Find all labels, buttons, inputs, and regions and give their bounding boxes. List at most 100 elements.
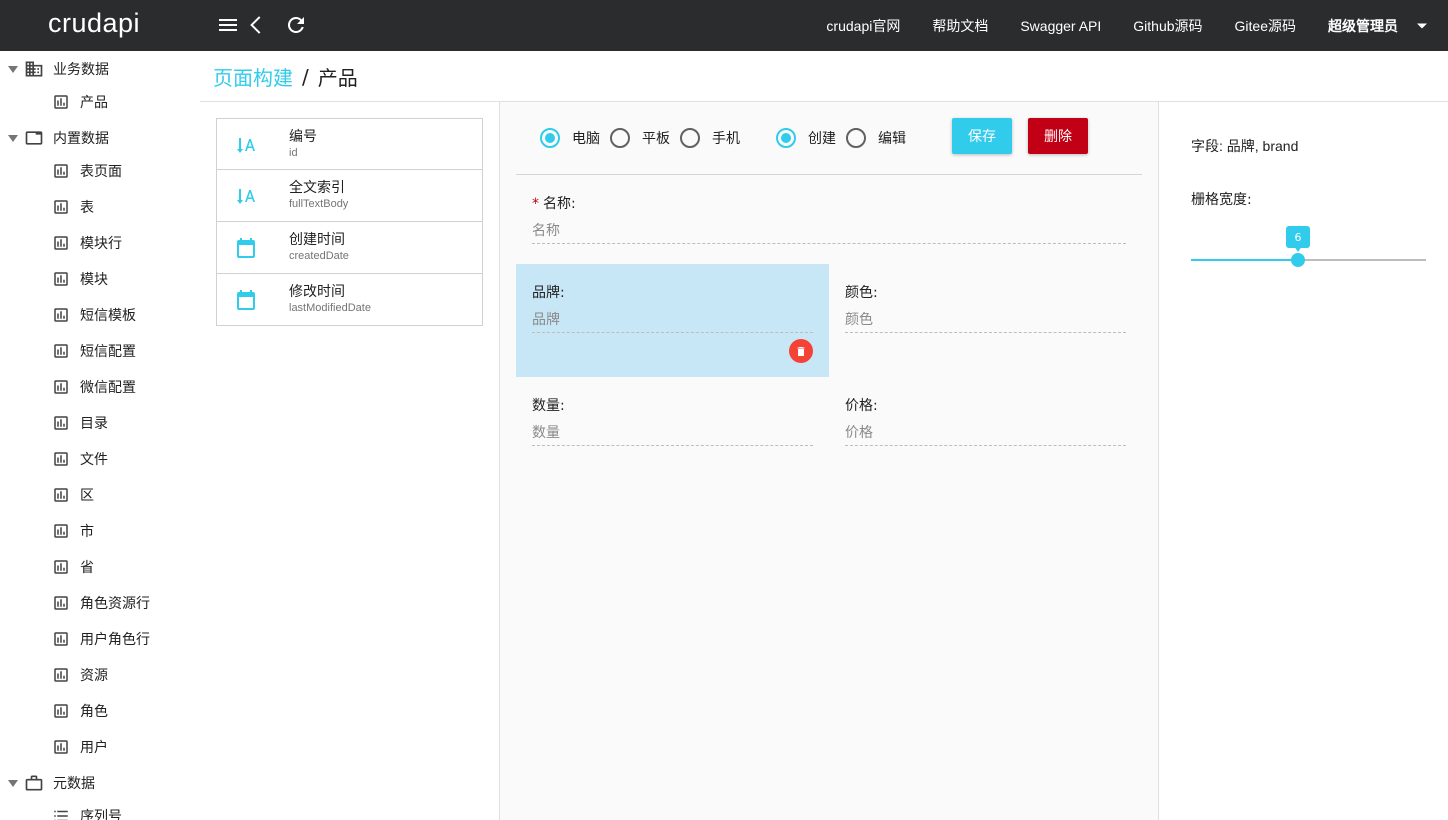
field-title: 全文索引 bbox=[289, 180, 345, 196]
sidebar-item-sequence[interactable]: 序列号 bbox=[0, 798, 200, 820]
sidebar-item-tablepage[interactable]: 表页面 bbox=[0, 153, 200, 189]
bar-chart-icon bbox=[52, 162, 70, 180]
sidebar-item-label: 区 bbox=[80, 488, 94, 504]
form-field-price[interactable]: 价格: 价格 bbox=[829, 377, 1142, 467]
name-input[interactable]: 名称 bbox=[532, 220, 560, 240]
sidebar-item-smsconfig[interactable]: 短信配置 bbox=[0, 333, 200, 369]
bar-chart-icon bbox=[52, 702, 70, 720]
sidebar-item-catalog[interactable]: 目录 bbox=[0, 405, 200, 441]
required-marker: * bbox=[532, 196, 539, 212]
bar-chart-icon bbox=[52, 630, 70, 648]
sidebar-item-label: 市 bbox=[80, 524, 94, 540]
sidebar-item-label: 产品 bbox=[80, 95, 108, 111]
caret-down-icon[interactable] bbox=[1416, 20, 1428, 32]
nav-link-swagger[interactable]: Swagger API bbox=[1020, 18, 1101, 34]
radio-device-tablet[interactable]: 平板 bbox=[610, 128, 670, 148]
brand-title[interactable]: crudapi bbox=[48, 8, 140, 39]
delete-field-button[interactable] bbox=[789, 339, 813, 363]
sidebar-item-module[interactable]: 模块 bbox=[0, 261, 200, 297]
field-name: id bbox=[289, 147, 298, 159]
field-card-fulltextbody[interactable]: 全文索引 fullTextBody bbox=[216, 170, 483, 222]
field-name: createdDate bbox=[289, 250, 349, 262]
breadcrumb-link-page-builder[interactable]: 页面构建 bbox=[213, 62, 293, 91]
form-field-quantity[interactable]: 数量: 数量 bbox=[516, 377, 829, 467]
field-card-lastmodifieddate[interactable]: 修改时间 lastModifiedDate bbox=[216, 274, 483, 326]
input-underline bbox=[532, 243, 1126, 244]
properties-panel: 字段: 品牌, brand 栅格宽度: 6 bbox=[1159, 102, 1448, 820]
sidebar-item-role[interactable]: 角色 bbox=[0, 693, 200, 729]
back-icon[interactable] bbox=[245, 13, 269, 37]
nav-link-docs[interactable]: 帮助文档 bbox=[932, 16, 988, 36]
radio-circle[interactable] bbox=[846, 128, 866, 148]
menu-icon[interactable] bbox=[216, 13, 240, 37]
price-input[interactable]: 价格 bbox=[845, 422, 873, 442]
sidebar-item-city[interactable]: 市 bbox=[0, 513, 200, 549]
radio-circle-checked[interactable] bbox=[540, 128, 560, 148]
nav-link-official[interactable]: crudapi官网 bbox=[826, 16, 900, 36]
sidebar-item-label: 用户角色行 bbox=[80, 632, 150, 648]
save-button[interactable]: 保存 bbox=[952, 118, 1012, 154]
sidebar-item-province[interactable]: 省 bbox=[0, 549, 200, 585]
field-label: 颜色: bbox=[845, 285, 878, 301]
delete-button[interactable]: 删除 bbox=[1028, 118, 1088, 154]
radio-circle[interactable] bbox=[610, 128, 630, 148]
nav-link-gitee[interactable]: Gitee源码 bbox=[1235, 16, 1296, 36]
bar-chart-icon bbox=[52, 666, 70, 684]
expand-arrow-icon[interactable] bbox=[8, 779, 18, 787]
sidebar-item-smstemplate[interactable]: 短信模板 bbox=[0, 297, 200, 333]
input-underline bbox=[845, 445, 1126, 446]
bar-chart-icon bbox=[52, 522, 70, 540]
user-menu-label[interactable]: 超级管理员 bbox=[1328, 16, 1398, 36]
field-label: 价格: bbox=[845, 398, 878, 414]
radio-label: 手机 bbox=[712, 131, 740, 147]
sidebar-item-wechatconfig[interactable]: 微信配置 bbox=[0, 369, 200, 405]
sidebar-item-userroleline[interactable]: 用户角色行 bbox=[0, 621, 200, 657]
sidebar-item-label: 表页面 bbox=[80, 164, 122, 180]
refresh-icon[interactable] bbox=[284, 13, 308, 37]
sidebar-item-modulerow[interactable]: 模块行 bbox=[0, 225, 200, 261]
input-underline bbox=[532, 332, 813, 333]
tree-group-business[interactable]: 业务数据 bbox=[0, 51, 200, 87]
bar-chart-icon bbox=[52, 738, 70, 756]
quantity-input[interactable]: 数量 bbox=[532, 422, 560, 442]
nav-link-github[interactable]: Github源码 bbox=[1133, 16, 1202, 36]
expand-arrow-icon[interactable] bbox=[8, 65, 18, 73]
expand-arrow-icon[interactable] bbox=[8, 134, 18, 142]
window-icon bbox=[24, 128, 44, 148]
sidebar-item-table[interactable]: 表 bbox=[0, 189, 200, 225]
form-field-brand[interactable]: 品牌: 品牌 bbox=[516, 264, 829, 377]
bar-chart-icon bbox=[52, 270, 70, 288]
sort-text-icon bbox=[234, 184, 258, 208]
field-card-id[interactable]: 编号 id bbox=[216, 118, 483, 170]
sidebar-item-product[interactable]: 产品 bbox=[0, 84, 200, 120]
slider-thumb[interactable] bbox=[1291, 253, 1305, 267]
radio-circle-checked[interactable] bbox=[776, 128, 796, 148]
tree-group-metadata[interactable]: 元数据 bbox=[0, 765, 200, 801]
input-underline bbox=[532, 445, 813, 446]
radio-mode-create[interactable]: 创建 bbox=[776, 128, 836, 148]
radio-device-phone[interactable]: 手机 bbox=[680, 128, 740, 148]
radio-circle[interactable] bbox=[680, 128, 700, 148]
field-title: 编号 bbox=[289, 129, 317, 145]
input-underline bbox=[845, 332, 1126, 333]
field-title: 创建时间 bbox=[289, 232, 345, 248]
tree-group-label: 元数据 bbox=[53, 776, 95, 792]
sidebar-item-label: 角色资源行 bbox=[80, 596, 150, 612]
radio-mode-edit[interactable]: 编辑 bbox=[846, 128, 906, 148]
form-field-name[interactable]: * 名称: 名称 bbox=[516, 180, 1142, 266]
field-label: * 名称: bbox=[532, 193, 576, 213]
brand-input[interactable]: 品牌 bbox=[532, 309, 560, 329]
grid-width-label: 栅格宽度: bbox=[1191, 192, 1252, 208]
bar-chart-icon bbox=[52, 414, 70, 432]
tree-group-builtin[interactable]: 内置数据 bbox=[0, 120, 200, 156]
field-card-createddate[interactable]: 创建时间 createdDate bbox=[216, 222, 483, 274]
sidebar-item-file[interactable]: 文件 bbox=[0, 441, 200, 477]
sidebar-item-resource[interactable]: 资源 bbox=[0, 657, 200, 693]
radio-device-pc[interactable]: 电脑 bbox=[540, 128, 600, 148]
sidebar-item-user[interactable]: 用户 bbox=[0, 729, 200, 765]
sidebar-item-roleresourceline[interactable]: 角色资源行 bbox=[0, 585, 200, 621]
sidebar-item-district[interactable]: 区 bbox=[0, 477, 200, 513]
color-input[interactable]: 颜色 bbox=[845, 309, 873, 329]
form-field-color[interactable]: 颜色: 颜色 bbox=[829, 264, 1142, 377]
grid-width-slider[interactable]: 6 bbox=[1191, 226, 1426, 267]
